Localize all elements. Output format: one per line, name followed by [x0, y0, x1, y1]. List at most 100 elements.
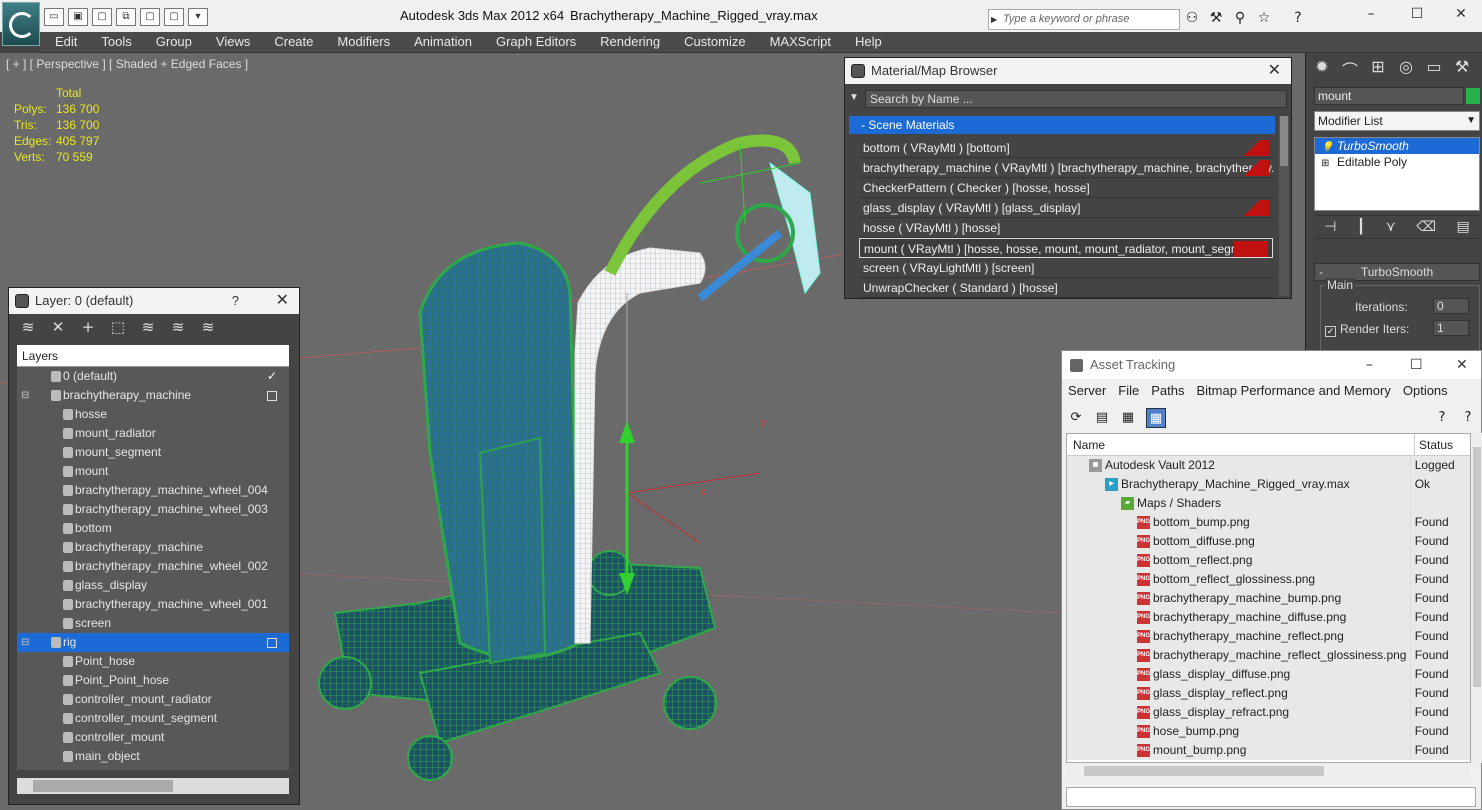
options-dropdown-icon[interactable]: ▼ — [849, 92, 859, 103]
close-icon[interactable]: ✕ — [1456, 351, 1468, 379]
hierarchy-tab-icon[interactable]: ⊞ — [1366, 57, 1390, 81]
layer-row[interactable]: brachytherapy_machine_wheel_001 — [17, 595, 289, 614]
layer-row[interactable]: ⊟ brachytherapy_machine — [17, 386, 289, 405]
render-iters-spinner[interactable]: 1 — [1433, 320, 1469, 336]
create-layer-icon[interactable]: ≋ — [17, 318, 39, 338]
material-search-input[interactable]: Search by Name ... — [865, 90, 1287, 108]
menu-paths[interactable]: Paths — [1151, 379, 1184, 403]
pin-icon[interactable]: ⚲ — [1230, 10, 1250, 28]
open-icon[interactable]: ▭ — [44, 8, 64, 26]
create-tab-icon[interactable]: ✹ — [1310, 57, 1334, 81]
asset-row[interactable]: ▣ Autodesk Vault 2012 Logged — [1067, 456, 1470, 475]
material-row[interactable]: hosse ( VRayMtl ) [hosse] — [859, 218, 1273, 238]
freeze-all-icon[interactable]: ≋ — [197, 318, 219, 338]
menu-server[interactable]: Server — [1068, 379, 1106, 403]
menu-maxscript[interactable]: MAXScript — [758, 32, 843, 52]
help-icon[interactable]: ? — [1288, 10, 1308, 28]
help-search-icon[interactable]: ? — [1458, 408, 1478, 428]
layers-column-header[interactable]: Layers — [17, 345, 289, 367]
layer-row[interactable]: mount_segment — [17, 443, 289, 462]
viewport-label[interactable]: [ + ] [ Perspective ] [ Shaded + Edged F… — [6, 57, 248, 71]
material-row[interactable]: glass_display ( VRayMtl ) [glass_display… — [859, 198, 1273, 218]
wrench-icon[interactable]: ⚒ — [1206, 10, 1226, 28]
utilities-tab-icon[interactable]: ⚒ — [1450, 57, 1474, 81]
menu-customize[interactable]: Customize — [672, 32, 757, 52]
menu-animation[interactable]: Animation — [402, 32, 484, 52]
app-logo-button[interactable] — [2, 2, 40, 46]
layer-row[interactable]: main_object — [17, 747, 289, 766]
menu-rendering[interactable]: Rendering — [588, 32, 672, 52]
menu-views[interactable]: Views — [204, 32, 262, 52]
add-to-layer-icon[interactable]: + — [77, 318, 99, 338]
table-view-icon[interactable]: ▦ — [1146, 408, 1166, 428]
asset-row[interactable]: PNG glass_display_reflect.png Found — [1067, 684, 1470, 703]
scene-materials-group[interactable]: - Scene Materials — [849, 116, 1275, 134]
expand-icon[interactable]: ⊞ — [1321, 156, 1329, 172]
select-objects-icon[interactable]: ⬚ — [107, 318, 129, 338]
asset-row[interactable]: PNG glass_display_refract.png Found — [1067, 703, 1470, 722]
asset-row[interactable]: PNG glass_display_diffuse.png Found — [1067, 665, 1470, 684]
layer-row[interactable]: screen — [17, 614, 289, 633]
minimize-icon[interactable]: – — [1366, 351, 1373, 379]
refresh-icon[interactable]: ⟳ — [1066, 408, 1086, 428]
minimize-icon[interactable]: – — [1356, 6, 1386, 24]
asset-row[interactable]: PNG brachytherapy_machine_reflect_glossin… — [1067, 646, 1470, 665]
keyword-search-input[interactable]: Type a keyword or phrase — [988, 9, 1180, 30]
close-icon[interactable]: ✕ — [276, 288, 289, 314]
close-icon[interactable]: ✕ — [1446, 6, 1476, 24]
asset-row[interactable]: PNG brachytherapy_machine_bump.png Found — [1067, 589, 1470, 608]
layer-row[interactable]: brachytherapy_machine_wheel_002 — [17, 557, 289, 576]
asset-row[interactable]: ▶ Brachytherapy_Machine_Rigged_vray.max Ok — [1067, 475, 1470, 494]
material-row[interactable]: CheckerPattern ( Checker ) [hosse, hosse… — [859, 178, 1273, 198]
close-icon[interactable]: ✕ — [1268, 58, 1281, 84]
asset-row[interactable]: PNG bottom_reflect_glossiness.png Found — [1067, 570, 1470, 589]
layer-row[interactable]: brachytherapy_machine_wheel_003 — [17, 500, 289, 519]
layer-row[interactable]: brachytherapy_machine_wheel_004 — [17, 481, 289, 500]
help-icon[interactable]: ? — [1432, 408, 1452, 428]
menu-graph-editors[interactable]: Graph Editors — [484, 32, 588, 52]
layer-row[interactable]: hosse — [17, 405, 289, 424]
motion-tab-icon[interactable]: ◎ — [1394, 57, 1418, 81]
new-icon[interactable]: ▢ — [92, 8, 112, 26]
maximize-icon[interactable]: ☐ — [1410, 351, 1423, 379]
material-browser-titlebar[interactable]: Material/Map Browser ✕ — [845, 58, 1291, 84]
show-end-result-icon[interactable]: ┃ — [1357, 216, 1365, 238]
layer-row[interactable]: controller_mount_segment — [17, 709, 289, 728]
asset-vertical-scrollbar[interactable] — [1471, 433, 1482, 763]
asset-row[interactable]: PNG brachytherapy_machine_diffuse.png Foun… — [1067, 608, 1470, 627]
layer-row[interactable]: ⊟ rig — [17, 633, 289, 652]
menu-file[interactable]: File — [1118, 379, 1139, 403]
stack-item-turbosmooth[interactable]: 💡 TurboSmooth — [1315, 138, 1479, 154]
modify-tab-icon[interactable]: ⌒ — [1338, 57, 1362, 81]
menu-tools[interactable]: Tools — [89, 32, 143, 52]
material-row[interactable]: mount ( VRayMtl ) [hosse, hosse, mount, … — [859, 238, 1273, 258]
layer-row[interactable]: glass_display — [17, 576, 289, 595]
material-browser-scrollbar[interactable] — [1279, 116, 1289, 296]
display-tab-icon[interactable]: ▭ — [1422, 57, 1446, 81]
menu-edit[interactable]: Edit — [40, 32, 89, 52]
asset-row[interactable]: ▰ Maps / Shaders — [1067, 494, 1470, 513]
layer-row[interactable]: Point_Point_hose — [17, 671, 289, 690]
layer-row[interactable]: controller_mount_radiator — [17, 690, 289, 709]
highlight-layer-icon[interactable]: ≋ — [137, 318, 159, 338]
asset-row[interactable]: PNG bottom_bump.png Found — [1067, 513, 1470, 532]
layer-horizontal-scrollbar[interactable] — [17, 778, 289, 794]
asset-path-field[interactable] — [1066, 787, 1476, 807]
make-unique-icon[interactable]: ⋎ — [1386, 216, 1396, 238]
save-icon[interactable]: ▣ — [68, 8, 88, 26]
status-column-header[interactable]: Status — [1415, 434, 1453, 455]
collapse-icon[interactable]: ⊟ — [21, 386, 29, 405]
menu-modifiers[interactable]: Modifiers — [325, 32, 402, 52]
menu-options[interactable]: Options — [1403, 379, 1448, 403]
configure-sets-icon[interactable]: ▤ — [1457, 216, 1470, 238]
thumbnail-view-icon[interactable]: ▦ — [1118, 408, 1138, 428]
asset-row[interactable]: PNG bottom_diffuse.png Found — [1067, 532, 1470, 551]
asset-row[interactable]: PNG bottom_reflect.png Found — [1067, 551, 1470, 570]
dropdown-icon[interactable]: ▾ — [188, 8, 208, 26]
current-layer-check-icon[interactable]: ✓ — [267, 367, 277, 386]
hide-all-icon[interactable]: ≋ — [167, 318, 189, 338]
collapse-icon[interactable]: ⊟ — [21, 633, 29, 652]
asset-row[interactable]: PNG mount_bump.png Found — [1067, 741, 1470, 760]
layer-row[interactable]: mount_radiator — [17, 424, 289, 443]
pin-stack-icon[interactable]: ⊣ — [1324, 216, 1336, 238]
